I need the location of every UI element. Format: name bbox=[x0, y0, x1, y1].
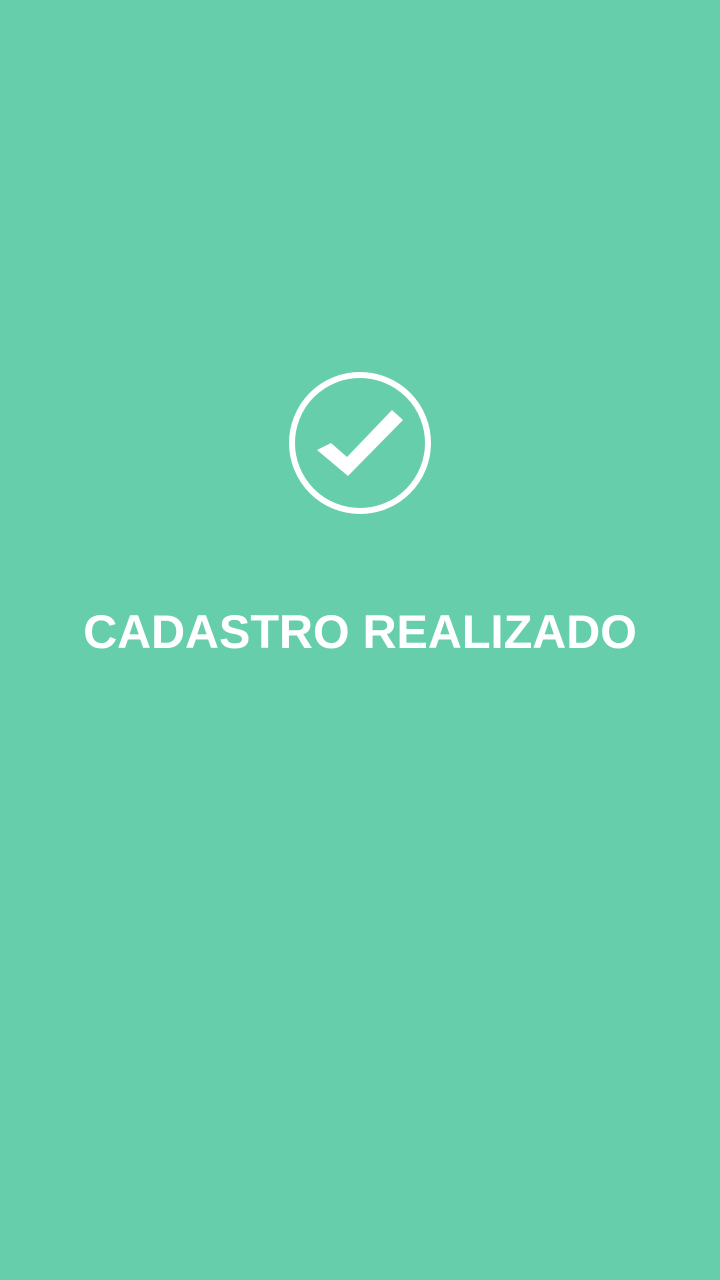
success-message: CADASTRO REALIZADO bbox=[83, 605, 637, 658]
check-circle-icon bbox=[288, 371, 432, 515]
success-screen: CADASTRO REALIZADO bbox=[0, 0, 720, 1280]
